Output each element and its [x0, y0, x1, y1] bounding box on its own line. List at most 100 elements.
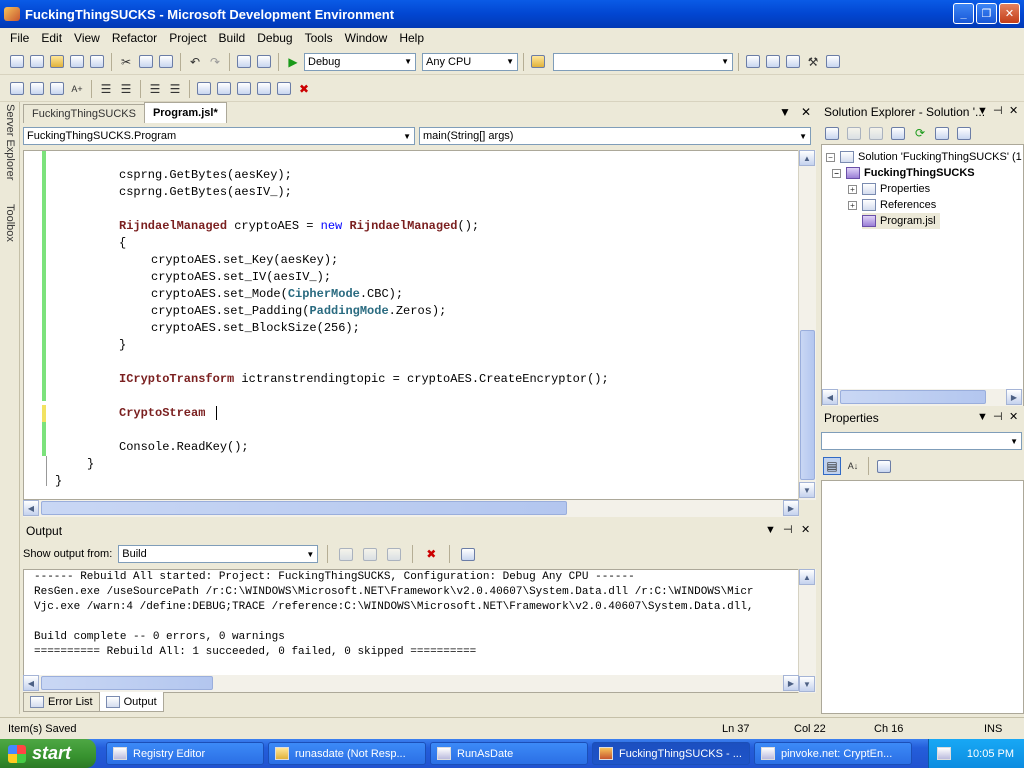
menu-file[interactable]: File [4, 31, 35, 45]
menu-edit[interactable]: Edit [35, 31, 68, 45]
navigate-back-icon[interactable] [235, 53, 253, 71]
scroll-right-icon[interactable]: ▶ [1006, 389, 1022, 405]
toolbox-tab[interactable]: Toolbox [2, 204, 18, 264]
menu-project[interactable]: Project [163, 31, 212, 45]
tab-project[interactable]: FuckingThingSUCKS [23, 104, 145, 123]
minimize-button[interactable]: _ [953, 3, 974, 24]
tab-program-jsl[interactable]: Program.jsl* [143, 102, 227, 123]
menu-view[interactable]: View [68, 31, 106, 45]
find-message-icon[interactable] [337, 545, 355, 563]
previous-bookmark-folder-icon[interactable] [255, 80, 273, 98]
panel-dropdown-icon[interactable]: ▼ [765, 524, 776, 536]
categorized-icon[interactable]: ▤ [823, 457, 841, 475]
view-code-icon[interactable] [867, 124, 885, 142]
find-in-files-icon[interactable] [529, 53, 547, 71]
properties-icon[interactable] [823, 124, 841, 142]
scroll-thumb[interactable] [41, 501, 567, 515]
copy-icon[interactable] [137, 53, 155, 71]
scroll-left-icon[interactable]: ◀ [23, 500, 39, 516]
other-windows-icon[interactable] [824, 53, 842, 71]
scroll-thumb[interactable] [800, 330, 815, 480]
next-bookmark-icon[interactable] [235, 80, 253, 98]
maximize-button[interactable]: ❐ [976, 3, 997, 24]
start-debug-icon[interactable]: ▶ [284, 53, 302, 71]
properties-window-icon[interactable] [764, 53, 782, 71]
redo-icon[interactable]: ↷ [206, 53, 224, 71]
new-project-icon[interactable] [8, 53, 26, 71]
scroll-thumb[interactable] [41, 676, 213, 690]
tree-node-properties[interactable]: + Properties [848, 181, 930, 197]
tab-error-list[interactable]: Error List [23, 692, 100, 712]
member-select[interactable]: main(String[] args) ▼ [419, 127, 811, 145]
close-panel-icon[interactable]: ✕ [1009, 410, 1018, 423]
menu-help[interactable]: Help [393, 31, 430, 45]
active-files-dropdown-icon[interactable]: ▼ [779, 105, 791, 119]
view-class-icon[interactable] [955, 124, 973, 142]
undo-icon[interactable]: ↶ [186, 53, 204, 71]
output-horizontal-scrollbar[interactable]: ◀ ▶ [23, 675, 799, 692]
output-source-select[interactable]: Build ▼ [118, 545, 319, 563]
refresh-icon[interactable]: ⟳ [911, 124, 929, 142]
scroll-up-icon[interactable]: ▲ [799, 150, 815, 166]
server-explorer-tab[interactable]: Server Explorer [2, 104, 18, 200]
scroll-up-icon[interactable]: ▲ [799, 569, 815, 585]
previous-bookmark-icon[interactable] [215, 80, 233, 98]
task-runasdate-folder[interactable]: runasdate (Not Resp... [268, 742, 426, 765]
comment-lines-icon[interactable]: ☰ [146, 80, 164, 98]
cut-icon[interactable]: ✂ [117, 53, 135, 71]
close-document-icon[interactable]: ✕ [801, 105, 811, 119]
menu-build[interactable]: Build [213, 31, 252, 45]
alphabetical-icon[interactable]: A↓ [844, 457, 862, 475]
class-select[interactable]: FuckingThingSUCKS.Program ▼ [23, 127, 415, 145]
scroll-left-icon[interactable]: ◀ [23, 675, 39, 691]
task-runasdate[interactable]: RunAsDate [430, 742, 588, 765]
tab-output[interactable]: Output [98, 692, 164, 712]
start-button[interactable]: start [0, 739, 96, 768]
complete-word-icon[interactable]: A+ [68, 80, 86, 98]
next-message-icon[interactable] [385, 545, 403, 563]
output-vertical-scrollbar[interactable]: ▲ ▼ [798, 569, 816, 693]
open-folder-icon[interactable] [48, 53, 66, 71]
code-editor[interactable]: csprng.GetBytes(aesKey); csprng.GetBytes… [23, 150, 799, 500]
auto-hide-pin-icon[interactable]: ⊣ [783, 523, 793, 536]
task-pinvoke-browser[interactable]: pinvoke.net: CryptEn... [754, 742, 912, 765]
save-all-icon[interactable] [88, 53, 106, 71]
scroll-down-icon[interactable]: ▼ [799, 676, 815, 692]
view-designer-icon[interactable] [889, 124, 907, 142]
class-diagram-icon[interactable] [933, 124, 951, 142]
close-button[interactable]: ✕ [999, 3, 1020, 24]
editor-horizontal-scrollbar[interactable]: ◀ ▶ [23, 500, 799, 517]
find-combo[interactable]: ▼ [553, 52, 733, 71]
solution-explorer-icon[interactable] [744, 53, 762, 71]
display-quick-info-icon[interactable] [48, 80, 66, 98]
close-panel-icon[interactable]: ✕ [1009, 104, 1018, 117]
scroll-right-icon[interactable]: ▶ [783, 500, 799, 516]
clock[interactable]: 10:05 PM [967, 748, 1014, 760]
clear-bookmarks-icon[interactable]: ✖ [295, 80, 313, 98]
editor-vertical-scrollbar[interactable]: ▲ ▼ [798, 150, 816, 500]
increase-indent-icon[interactable]: ☰ [117, 80, 135, 98]
tree-node-references[interactable]: + References [848, 197, 936, 213]
object-select[interactable]: ▼ [821, 432, 1022, 450]
scroll-thumb[interactable] [840, 390, 986, 404]
paste-icon[interactable] [157, 53, 175, 71]
uncomment-lines-icon[interactable]: ☰ [166, 80, 184, 98]
clear-all-icon[interactable]: ✖ [422, 545, 440, 563]
show-all-files-icon[interactable] [845, 124, 863, 142]
configuration-select[interactable]: Debug ▼ [304, 52, 416, 71]
display-parameter-info-icon[interactable] [28, 80, 46, 98]
toggle-bookmark-icon[interactable] [195, 80, 213, 98]
scroll-left-icon[interactable]: ◀ [822, 389, 838, 405]
auto-hide-pin-icon[interactable]: ⊣ [993, 104, 1003, 117]
panel-dropdown-icon[interactable]: ▼ [977, 105, 988, 117]
next-bookmark-folder-icon[interactable] [275, 80, 293, 98]
menu-window[interactable]: Window [339, 31, 394, 45]
save-icon[interactable] [68, 53, 86, 71]
display-object-members-icon[interactable] [8, 80, 26, 98]
menu-tools[interactable]: Tools [299, 31, 339, 45]
toolbox-icon[interactable]: ⚒ [804, 53, 822, 71]
task-registry-editor[interactable]: Registry Editor [106, 742, 264, 765]
toggle-word-wrap-icon[interactable] [459, 545, 477, 563]
platform-select[interactable]: Any CPU ▼ [422, 52, 518, 71]
panel-dropdown-icon[interactable]: ▼ [977, 411, 988, 423]
